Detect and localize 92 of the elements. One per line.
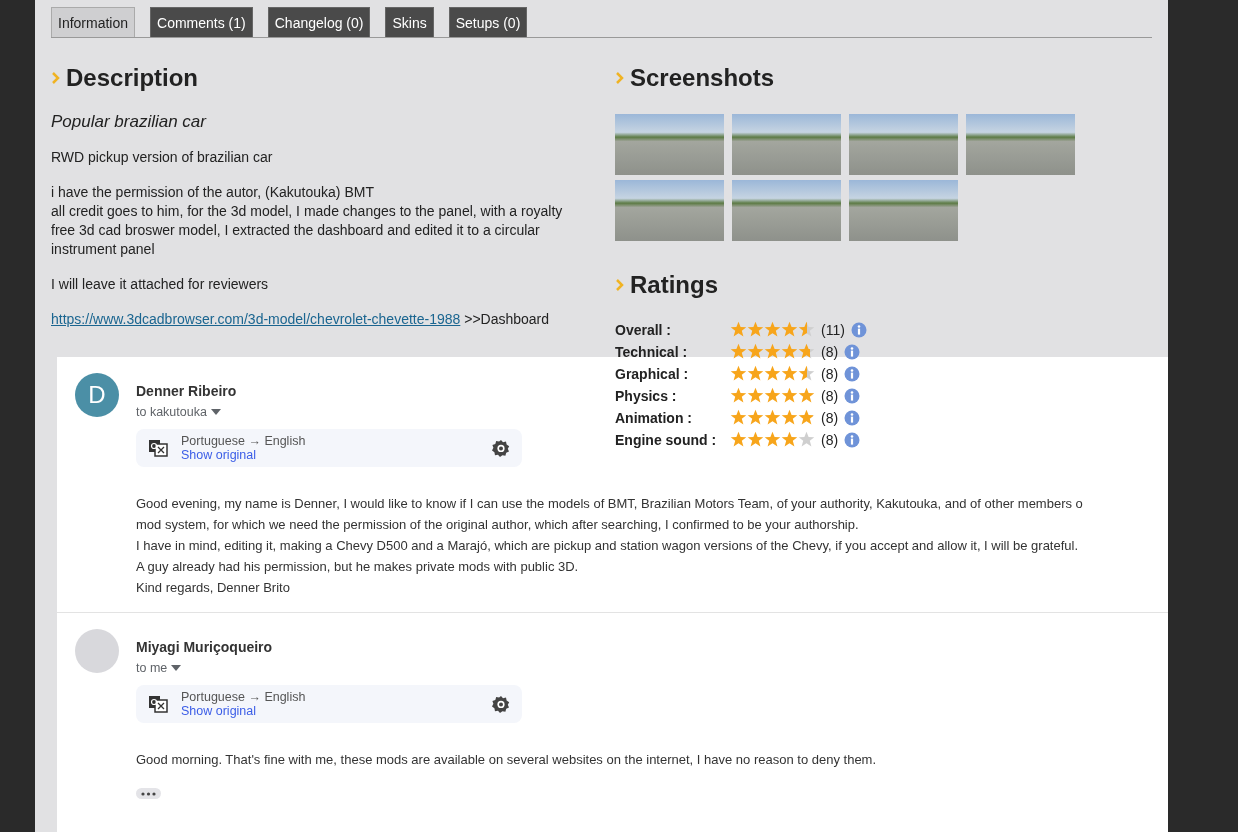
email-text: A guy already had his permission, but he makes private mods with public 3D. <box>136 558 580 576</box>
avatar-photo-placeholder <box>75 629 119 673</box>
star-icon <box>747 387 764 404</box>
rating-label: Overall : <box>615 321 673 338</box>
star-icon <box>747 343 764 360</box>
email-text: mod system, for which we need the permission of the original author, which after searching, I confirmed to be your authorship. <box>136 516 860 534</box>
star-icon <box>730 321 747 338</box>
link-suffix: >>Dashboard <box>463 311 550 327</box>
rating-count: (8) <box>821 343 839 360</box>
star-icon <box>730 365 747 382</box>
rating-label: Physics : <box>615 387 678 404</box>
sender-name: Denner Ribeiro <box>136 383 237 399</box>
email-text: I have in mind, editing it, making a Chevy D500 and a Marajó, which are pickup and station wagon versions of the Chevy, if you accept and allow it, I will be grateful. <box>136 537 1080 555</box>
settings-icon <box>492 439 510 457</box>
star-icon <box>798 409 815 426</box>
settings-icon <box>492 695 510 713</box>
star-icon <box>764 365 781 382</box>
email-text: Good morning. That's fine with me, these mods are available on several websites on the internet, I have no reason to deny them. <box>136 751 878 769</box>
rating-count: (8) <box>821 387 839 404</box>
info-icon <box>850 321 867 338</box>
rating-count: (8) <box>821 409 839 426</box>
language-pair: Portuguese → English <box>181 690 307 704</box>
rating-label: Animation : <box>615 409 693 426</box>
tab[interactable]: Information <box>51 7 136 37</box>
photo-placeholder[interactable] <box>849 180 958 241</box>
star-icon <box>781 387 798 404</box>
star-icon <box>747 365 764 382</box>
avatar: D <box>75 373 119 417</box>
tab[interactable]: Changelog (0) <box>267 7 371 37</box>
rating-label: Engine sound : <box>615 431 718 448</box>
chevron-icon <box>615 71 624 85</box>
star-icon <box>747 321 764 338</box>
more-button[interactable] <box>136 788 161 799</box>
tab[interactable]: Skins <box>385 7 434 37</box>
star-icon <box>764 431 781 448</box>
paragraph: RWD pickup version of brazilian car <box>51 148 274 167</box>
paragraph: i have the permission of the autor, (Kakutouka) BMT <box>51 183 375 202</box>
photo-placeholder[interactable] <box>615 114 724 175</box>
tab[interactable]: Comments (1) <box>150 7 253 37</box>
star-icon <box>764 343 781 360</box>
caret-icon <box>210 409 221 415</box>
rating-count: (11) <box>821 321 845 338</box>
recipient: to me <box>136 661 168 675</box>
photo-placeholder[interactable] <box>732 180 841 241</box>
star-icon <box>764 321 781 338</box>
star-icon <box>730 387 747 404</box>
rating-label: Technical : <box>615 343 689 360</box>
star-icon <box>781 321 798 338</box>
email-text: Good evening, my name is Denner, I would like to know if I can use the models of BMT, Brazilian Motors Team, of your authority, Kakutouka, and of other members o <box>136 495 1084 513</box>
star-icon <box>798 321 815 338</box>
tab[interactable]: Setups (0) <box>448 7 528 37</box>
subtitle: Popular brazilian car <box>51 112 208 132</box>
star-icon <box>730 431 747 448</box>
star-icon <box>764 387 781 404</box>
star-icon <box>764 409 781 426</box>
paragraph: all credit goes to him, for the 3d model, I made changes to the panel, with a royalty free 3d cad broswer model, I extracted the dashboard and edited it to a circular instrument panel <box>51 202 564 259</box>
star-icon <box>781 365 798 382</box>
url-link[interactable]: https://www.3dcadbrowser.com/3d-model/chevrolet-chevette-1988 <box>51 311 461 327</box>
rating-count: (8) <box>821 431 839 448</box>
rating-count: (8) <box>821 365 839 382</box>
chevron-icon <box>615 278 624 292</box>
star-icon <box>781 431 798 448</box>
translate-icon <box>148 438 168 458</box>
star-icon <box>798 431 815 448</box>
star-icon <box>730 409 747 426</box>
show-original-link[interactable]: Show original <box>181 448 479 462</box>
recipient: to kakutouka <box>136 405 207 419</box>
photo-placeholder[interactable] <box>966 114 1075 175</box>
star-icon <box>747 409 764 426</box>
language-pair: Portuguese → English <box>181 434 307 448</box>
sender-name: Miyagi Muriçoqueiro <box>136 639 273 655</box>
photo-placeholder[interactable] <box>732 114 841 175</box>
star-icon <box>798 387 815 404</box>
star-icon <box>798 365 815 382</box>
translate-icon <box>148 694 168 714</box>
photo-placeholder[interactable] <box>615 180 724 241</box>
rating-label: Graphical : <box>615 365 690 382</box>
section-heading: Ratings <box>630 271 718 299</box>
ellipsis-icon <box>141 791 156 796</box>
star-icon <box>781 409 798 426</box>
paragraph: I will leave it attached for reviewers <box>51 275 270 294</box>
section-heading: Screenshots <box>630 64 775 92</box>
section-heading: Description <box>66 64 199 92</box>
star-icon <box>781 343 798 360</box>
star-icon <box>747 431 764 448</box>
chevron-icon <box>51 71 60 85</box>
star-icon <box>730 343 747 360</box>
show-original-link[interactable]: Show original <box>181 704 479 718</box>
photo-placeholder[interactable] <box>849 114 958 175</box>
caret-icon <box>171 665 182 671</box>
email-text: Kind regards, Denner Brito <box>136 579 291 597</box>
star-icon <box>798 343 815 360</box>
